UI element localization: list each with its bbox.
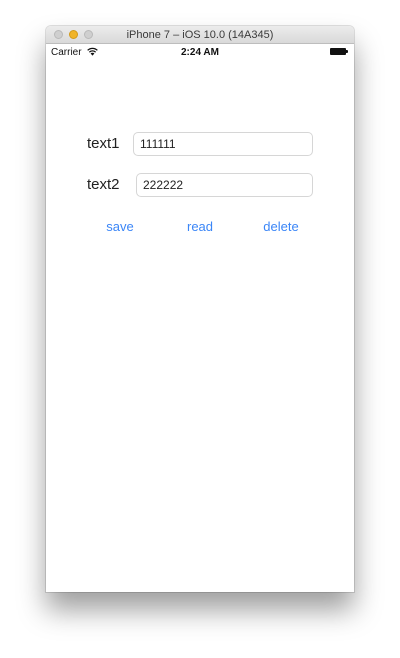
simulator-stage: iPhone 7 – iOS 10.0 (14A345) Carrier 2:2… bbox=[0, 0, 400, 658]
battery-icon bbox=[330, 48, 348, 55]
simulator-window: iPhone 7 – iOS 10.0 (14A345) Carrier 2:2… bbox=[46, 26, 354, 592]
device-screen: Carrier 2:24 AM text1 111111 text2 22222… bbox=[46, 44, 354, 592]
save-button[interactable]: save bbox=[100, 219, 140, 235]
delete-button[interactable]: delete bbox=[257, 219, 305, 235]
text2-input[interactable]: 222222 bbox=[136, 173, 313, 197]
window-title: iPhone 7 – iOS 10.0 (14A345) bbox=[126, 29, 274, 41]
battery-tip bbox=[346, 50, 348, 53]
read-button[interactable]: read bbox=[180, 219, 220, 235]
status-time: 2:24 AM bbox=[181, 47, 219, 58]
text2-label: text2 bbox=[87, 176, 120, 193]
status-bar: Carrier 2:24 AM bbox=[46, 44, 354, 60]
text1-input[interactable]: 111111 bbox=[133, 132, 313, 156]
battery-fill bbox=[330, 48, 346, 55]
text1-label: text1 bbox=[87, 135, 120, 152]
window-titlebar[interactable]: iPhone 7 – iOS 10.0 (14A345) bbox=[46, 26, 354, 44]
